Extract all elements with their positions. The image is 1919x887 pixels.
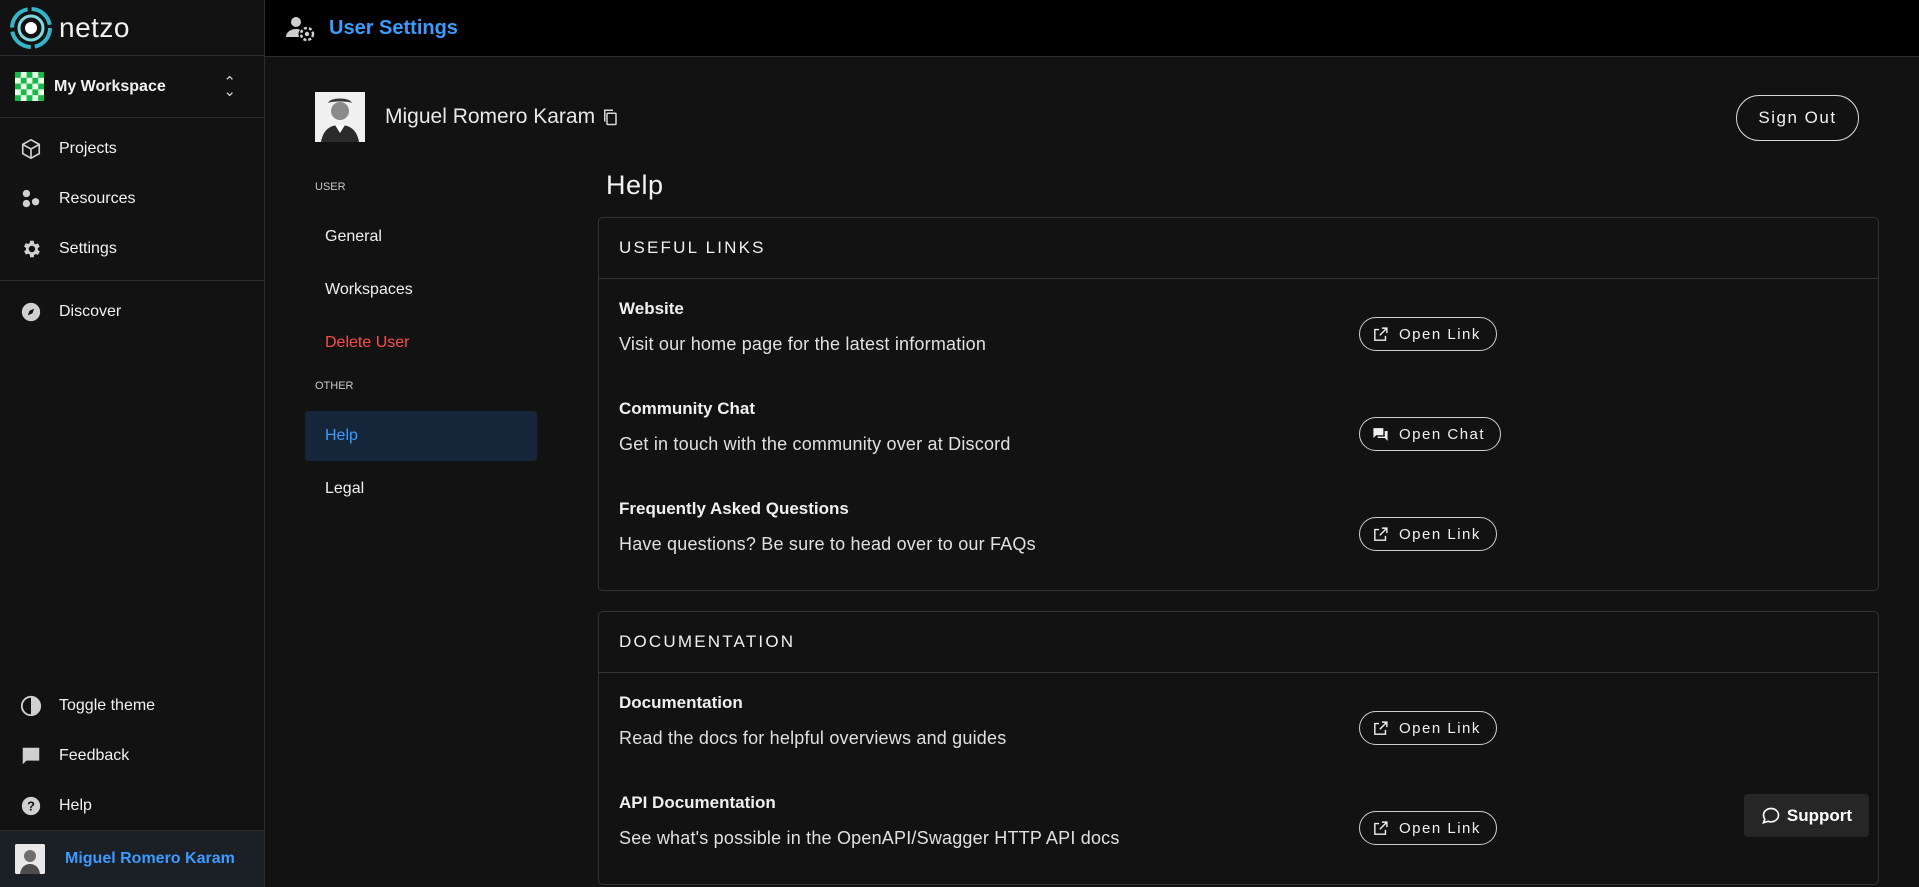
brand[interactable]: netzo <box>0 0 264 56</box>
user-settings-icon <box>286 17 315 42</box>
row-description: Read the docs for helpful overviews and … <box>619 728 1007 748</box>
subnav-item-delete-user[interactable]: Delete User <box>305 318 537 368</box>
resources-icon <box>19 187 43 211</box>
row-description: Have questions? Be sure to head over to … <box>619 534 1036 554</box>
page-title: User Settings <box>329 16 458 39</box>
button-label: Open Chat <box>1399 425 1486 443</box>
brand-name: netzo <box>59 11 130 43</box>
sidebar-item-resources[interactable]: Resources <box>0 174 264 224</box>
button-label: Open Link <box>1399 819 1481 837</box>
open-in-new-icon <box>1374 526 1388 541</box>
list-item: Frequently Asked Questions Have question… <box>599 479 1878 579</box>
open-website-button[interactable]: Open Link <box>1359 317 1497 351</box>
list-item: Documentation Read the docs for helpful … <box>599 673 1878 773</box>
row-title: Website <box>619 299 684 318</box>
help-circle-icon: ? <box>19 794 43 818</box>
open-in-new-icon <box>1374 326 1388 341</box>
subnav-item-help[interactable]: Help <box>305 411 537 461</box>
settings-subnav: USER General Workspaces Delete User OTHE… <box>305 172 537 517</box>
chat-bubble-icon <box>19 744 43 768</box>
chat-bubble-icon <box>1762 807 1780 824</box>
open-chat-button[interactable]: Open Chat <box>1359 417 1502 451</box>
gear-icon <box>19 237 43 261</box>
chevron-up-down-icon: ⌃ ⌄ <box>223 73 236 100</box>
svg-text:?: ? <box>27 799 35 814</box>
compass-icon <box>19 300 43 324</box>
row-title: Community Chat <box>619 399 755 418</box>
subnav-item-workspaces[interactable]: Workspaces <box>305 265 537 315</box>
row-description: See what's possible in the OpenAPI/Swagg… <box>619 828 1120 848</box>
profile-header: Miguel Romero Karam <box>315 92 619 142</box>
sidebar-item-label: Settings <box>59 240 117 257</box>
sidebar-discover-group: Discover <box>0 281 264 343</box>
sidebar-item-settings[interactable]: Settings <box>0 224 264 274</box>
support-label: Support <box>1786 805 1853 825</box>
half-circle-icon <box>19 694 43 718</box>
button-label: Open Link <box>1399 325 1481 343</box>
copy-icon[interactable] <box>601 108 619 126</box>
subnav-item-general[interactable]: General <box>305 212 537 262</box>
profile-name: Miguel Romero Karam <box>385 105 596 128</box>
workspace-logo-icon <box>15 72 44 101</box>
avatar <box>15 844 45 874</box>
sidebar-item-label: Resources <box>59 190 136 207</box>
open-in-new-icon <box>1374 720 1388 735</box>
open-docs-button[interactable]: Open Link <box>1359 711 1497 745</box>
sidebar-item-label: Toggle theme <box>59 697 156 714</box>
list-item: Website Visit our home page for the late… <box>599 279 1878 379</box>
card-heading: USEFUL LINKS <box>599 218 1878 279</box>
subnav-heading-other: OTHER <box>315 380 354 392</box>
workspace-name: My Workspace <box>54 77 166 95</box>
support-button[interactable]: Support <box>1744 794 1869 837</box>
sidebar-item-projects[interactable]: Projects <box>0 124 264 174</box>
sidebar-item-label: Discover <box>59 303 122 320</box>
useful-links-card: USEFUL LINKS Website Visit our home page… <box>598 217 1879 591</box>
sidebar-user-name: Miguel Romero Karam <box>65 850 235 867</box>
avatar <box>315 92 365 142</box>
top-bar: User Settings <box>265 0 1919 57</box>
netzo-logo-icon <box>10 6 52 49</box>
row-title: Documentation <box>619 693 743 712</box>
list-item: Community Chat Get in touch with the com… <box>599 379 1878 479</box>
sidebar-item-label: Feedback <box>59 747 130 764</box>
card-heading: DOCUMENTATION <box>599 612 1878 673</box>
main-content: Miguel Romero Karam Sign Out USER Genera… <box>265 57 1919 887</box>
help-button[interactable]: ? Help <box>0 781 264 831</box>
subnav-heading-user: USER <box>315 181 346 193</box>
sidebar-item-label: Projects <box>59 140 117 157</box>
open-faq-button[interactable]: Open Link <box>1359 517 1497 551</box>
button-label: Open Link <box>1399 525 1481 543</box>
feedback-button[interactable]: Feedback <box>0 731 264 781</box>
help-title: Help <box>606 170 664 200</box>
sidebar-item-discover[interactable]: Discover <box>0 287 264 337</box>
forum-icon <box>1373 427 1388 441</box>
button-label: Open Link <box>1399 719 1481 737</box>
documentation-card: DOCUMENTATION Documentation Read the doc… <box>598 611 1879 885</box>
sidebar-bottom-group: Toggle theme Feedback ? Help <box>0 681 264 831</box>
sidebar: netzo My Workspace ⌃ ⌄ Projects Resources <box>0 0 265 887</box>
cube-icon <box>19 137 43 161</box>
toggle-theme-button[interactable]: Toggle theme <box>0 681 264 731</box>
sidebar-user[interactable]: Miguel Romero Karam <box>0 830 264 887</box>
open-api-docs-button[interactable]: Open Link <box>1359 811 1497 845</box>
sidebar-main-group: Projects Resources Settings <box>0 118 264 281</box>
row-description: Get in touch with the community over at … <box>619 434 1011 454</box>
row-title: API Documentation <box>619 793 776 812</box>
open-in-new-icon <box>1374 820 1388 835</box>
sidebar-item-label: Help <box>59 797 92 814</box>
row-description: Visit our home page for the latest infor… <box>619 334 987 354</box>
workspace-switcher[interactable]: My Workspace ⌃ ⌄ <box>0 56 264 118</box>
row-title: Frequently Asked Questions <box>619 499 849 518</box>
subnav-item-legal[interactable]: Legal <box>305 464 537 514</box>
sign-out-button[interactable]: Sign Out <box>1736 95 1859 141</box>
list-item: API Documentation See what's possible in… <box>599 773 1878 873</box>
